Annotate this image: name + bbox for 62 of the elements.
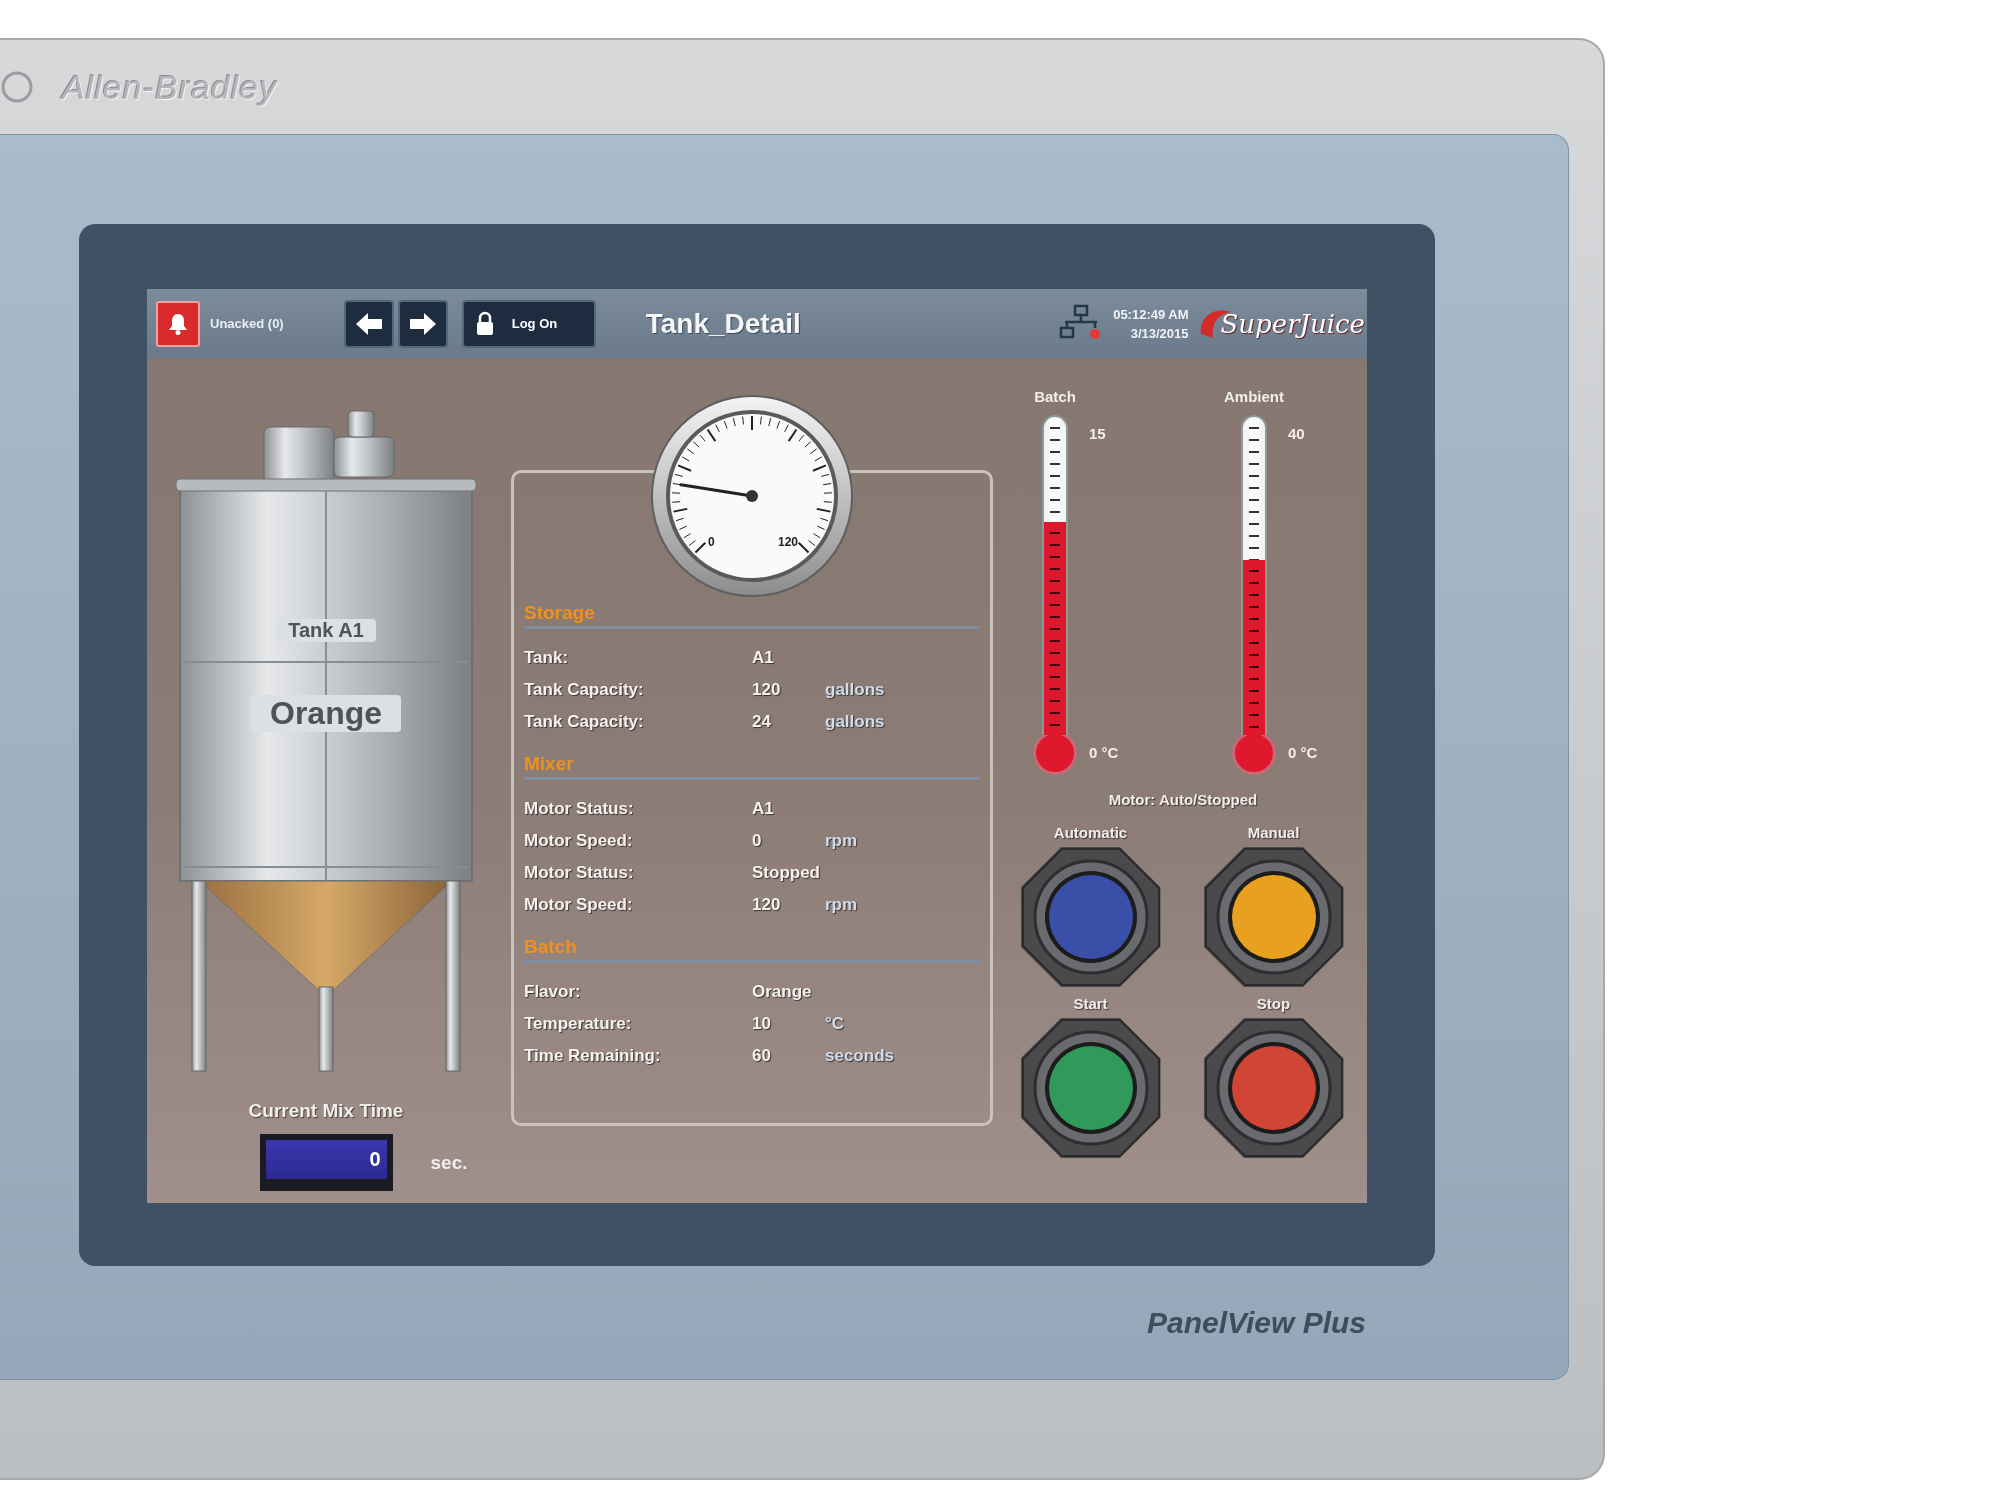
field-unit: gallons <box>825 712 886 732</box>
field-unit: °C <box>825 1014 846 1034</box>
field-label: Motor Speed: <box>524 895 634 915</box>
section-heading: Batch <box>524 936 980 963</box>
mix-time-unit: sec. <box>430 1151 469 1174</box>
field-value: 60 <box>752 1046 772 1066</box>
scale-min-label: 0 °C <box>1288 744 1318 761</box>
field-value: 120 <box>752 680 782 700</box>
lock-icon <box>475 310 494 337</box>
field-label: Temperature: <box>524 1014 633 1034</box>
company-logo: SuperJuice <box>1220 308 1365 339</box>
tank-label: Tank A1 <box>276 619 376 642</box>
field-label: Tank Capacity: <box>524 712 645 732</box>
field-label: Motor Status: <box>524 863 635 883</box>
gauge-scale-label: 120 <box>778 535 799 549</box>
field-unit: seconds <box>825 1046 895 1066</box>
field-unit: rpm <box>825 831 859 851</box>
field-value: A1 <box>752 648 775 668</box>
scale-min-label: 0 °C <box>1089 744 1119 761</box>
field-unit: gallons <box>825 680 886 700</box>
alarm-status: Unacked (0) <box>210 316 284 331</box>
field-label: Time Remaining: <box>524 1046 662 1066</box>
scale-max-label: 15 <box>1089 425 1107 442</box>
brand-name: Allen-Bradley <box>62 67 278 107</box>
clock-date: 3/13/2015 <box>1130 325 1189 341</box>
needle-hub <box>746 490 758 502</box>
back-button[interactable] <box>343 299 394 348</box>
scale-max-label: 40 <box>1288 425 1306 442</box>
login-button[interactable]: Log On <box>461 299 596 348</box>
button-label: Automatic <box>1053 824 1128 841</box>
field-value: 24 <box>752 712 772 732</box>
field-value: A1 <box>752 799 775 819</box>
button-label: Manual <box>1247 824 1300 841</box>
right-arrow-icon <box>407 310 438 337</box>
thermometer-label: Ambient <box>1223 388 1285 405</box>
field-value: 10 <box>752 1014 772 1034</box>
gauge-scale-label: 0 <box>708 535 715 549</box>
mix-time-label: Current Mix Time <box>248 1100 404 1122</box>
motor-status: Motor: Auto/Stopped <box>1107 791 1259 808</box>
thermometer-label: Batch <box>1033 388 1077 405</box>
field-value: Stopped <box>752 863 821 883</box>
field-value: Orange <box>752 982 813 1002</box>
field-label: Motor Speed: <box>524 831 634 851</box>
section-heading: Mixer <box>524 753 980 780</box>
model-name: PanelView Plus <box>1147 1306 1366 1340</box>
field-value: 0 <box>752 831 763 851</box>
alarm-button[interactable] <box>156 300 200 347</box>
field-label: Flavor: <box>524 982 582 1002</box>
section-heading: Storage <box>524 602 980 629</box>
field-label: Tank Capacity: <box>524 680 645 700</box>
tank-contents-label: Orange <box>251 695 401 732</box>
screen-title: Tank_Detail <box>645 307 801 340</box>
field-value: 120 <box>752 895 782 915</box>
field-label: Motor Status: <box>524 799 635 819</box>
button-label: Start <box>1073 995 1108 1012</box>
mix-time-display: 0 <box>259 1134 393 1191</box>
button-label: Stop <box>1256 995 1291 1012</box>
field-label: Tank: <box>524 648 570 668</box>
forward-button[interactable] <box>397 299 448 348</box>
clock-time: 05:12:49 AM <box>1113 306 1189 322</box>
field-unit: rpm <box>825 895 859 915</box>
brand-logo-icon <box>0 70 34 104</box>
